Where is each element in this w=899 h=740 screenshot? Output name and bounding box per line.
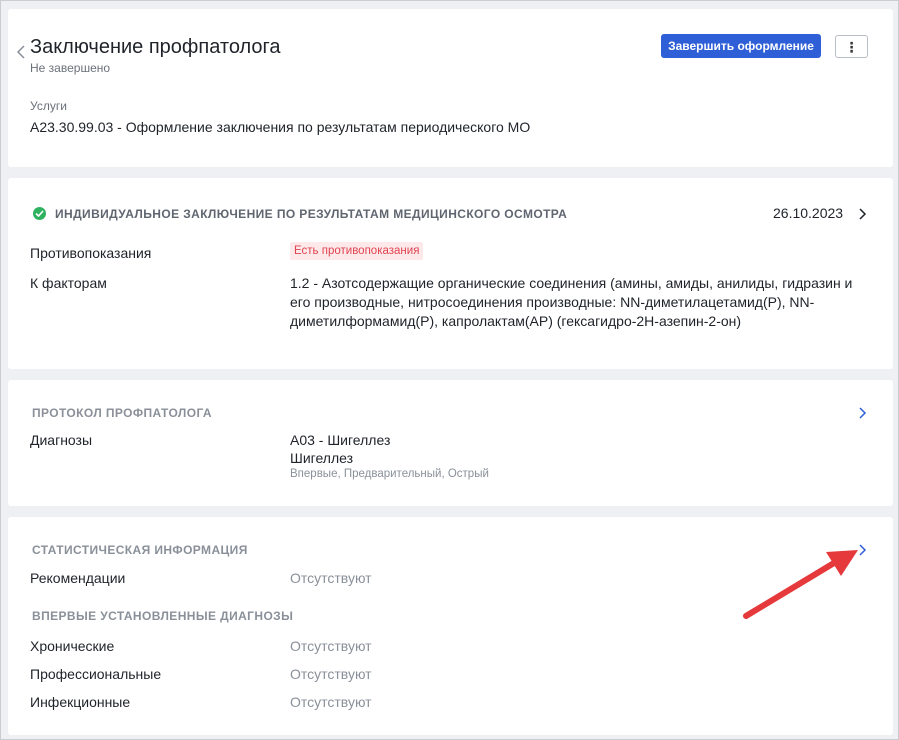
diagnoses-label: Диагнозы bbox=[30, 432, 93, 448]
section-title-new-diagnoses: ВПЕРВЫЕ УСТАНОВЛЕННЫЕ ДИАГНОЗЫ bbox=[32, 609, 294, 623]
recommendations-label: Рекомендации bbox=[30, 570, 126, 586]
factors-label: К факторам bbox=[30, 275, 107, 291]
diagnosis-name: Шигеллез bbox=[290, 450, 354, 466]
statistics-card[interactable]: СТАТИСТИЧЕСКАЯ ИНФОРМАЦИЯ Рекомендации О… bbox=[8, 517, 893, 735]
chevron-right-icon[interactable] bbox=[857, 543, 867, 557]
check-circle-icon bbox=[33, 207, 46, 220]
chronic-label: Хронические bbox=[30, 638, 115, 654]
section-title-individual: ИНДИВИДУАЛЬНОЕ ЗАКЛЮЧЕНИЕ ПО РЕЗУЛЬТАТАМ… bbox=[55, 207, 568, 221]
header-card: Заключение профпатолога Не завершено Зав… bbox=[8, 9, 893, 167]
chronic-value: Отсутствуют bbox=[290, 638, 372, 654]
factors-value: 1.2 - Азотсодержащие органические соедин… bbox=[290, 275, 853, 329]
status-text: Не завершено bbox=[30, 61, 111, 75]
finish-button[interactable]: Завершить оформление bbox=[661, 34, 821, 58]
infectious-value: Отсутствуют bbox=[290, 694, 372, 710]
more-button[interactable]: ⋮ bbox=[835, 35, 868, 58]
services-label: Услуги bbox=[30, 99, 67, 113]
diagnosis-code: A03 - Шигеллез bbox=[290, 432, 391, 448]
contraindications-label: Противопоказания bbox=[30, 245, 152, 261]
recommendations-value: Отсутствуют bbox=[290, 570, 372, 586]
professional-value: Отсутствуют bbox=[290, 666, 372, 682]
contraindications-badge: Есть противопоказания bbox=[290, 242, 424, 260]
section-title-statistics: СТАТИСТИЧЕСКАЯ ИНФОРМАЦИЯ bbox=[32, 543, 248, 557]
professional-label: Профессиональные bbox=[30, 666, 162, 682]
infectious-label: Инфекционные bbox=[30, 694, 131, 710]
chevron-right-icon[interactable] bbox=[857, 406, 867, 420]
services-value: A23.30.99.03 - Оформление заключения по … bbox=[30, 119, 531, 135]
more-vertical-icon: ⋮ bbox=[844, 38, 859, 55]
chevron-right-icon[interactable] bbox=[857, 207, 867, 221]
section-title-protocol: ПРОТОКОЛ ПРОФПАТОЛОГА bbox=[32, 406, 212, 420]
diagnosis-tags: Впервые, Предварительный, Острый bbox=[290, 468, 489, 480]
protocol-card[interactable]: ПРОТОКОЛ ПРОФПАТОЛОГА Диагнозы A03 - Шиг… bbox=[8, 380, 893, 506]
app-frame: Заключение профпатолога Не завершено Зав… bbox=[0, 0, 899, 740]
conclusion-date: 26.10.2023 bbox=[773, 205, 844, 221]
chevron-left-icon[interactable] bbox=[15, 43, 27, 61]
individual-conclusion-card[interactable]: ИНДИВИДУАЛЬНОЕ ЗАКЛЮЧЕНИЕ ПО РЕЗУЛЬТАТАМ… bbox=[8, 178, 893, 369]
page-title: Заключение профпатолога bbox=[30, 36, 281, 58]
